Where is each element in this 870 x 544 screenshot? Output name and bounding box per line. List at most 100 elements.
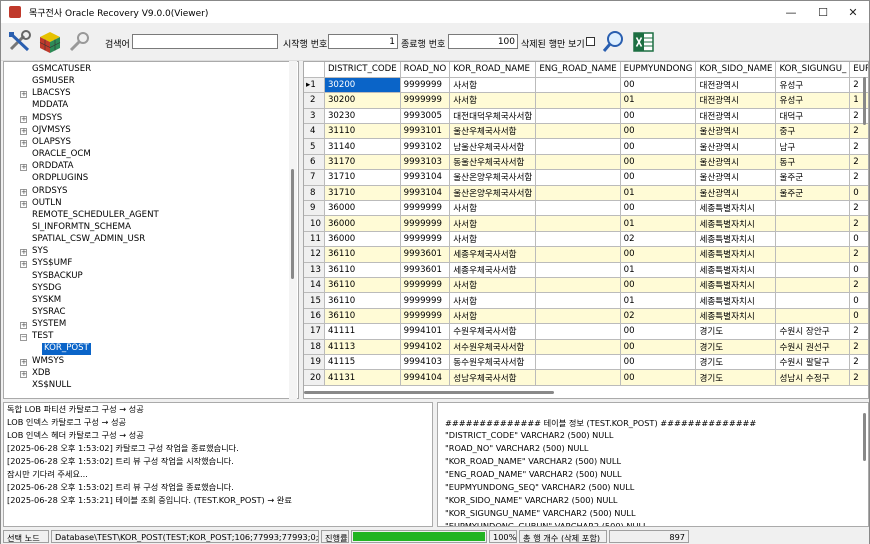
table-cell[interactable] — [535, 277, 621, 294]
table-cell[interactable]: 00 — [620, 169, 697, 186]
table-cell[interactable]: 울산우체국사서함 — [449, 123, 537, 140]
maximize-button[interactable]: ☐ — [807, 1, 839, 23]
table-cell[interactable]: 사서함 — [449, 231, 537, 248]
table-cell[interactable]: 41111 — [324, 323, 401, 340]
table-row[interactable]: 19 41115 9994103 동수원우체국사서함 00 경기도 수원시 팔달구 2 — [304, 354, 868, 371]
tree-node[interactable]: SYSDG — [32, 283, 61, 295]
start-row-input[interactable] — [328, 34, 398, 49]
tree-node[interactable]: GSMUSER — [32, 76, 75, 88]
table-row[interactable]: 17 41111 9994101 수원우체국사서함 00 경기도 수원시 장안구 2 — [304, 323, 868, 340]
tree-node[interactable]: ORDSYS — [32, 186, 68, 198]
table-cell[interactable]: 30230 — [324, 108, 401, 125]
table-cell[interactable]: 02 — [620, 308, 697, 325]
tree-node[interactable]: ORDDATA — [32, 161, 74, 173]
table-cell[interactable] — [535, 123, 621, 140]
row-number[interactable]: 10 — [304, 215, 325, 232]
tree-node[interactable]: SI_INFORMTN_SCHEMA — [32, 222, 131, 234]
tree-node[interactable]: LBACSYS — [32, 88, 71, 100]
table-row[interactable]: 7 31710 9993104 울산온양우체국사서함 00 울산광역시 울주군 2 — [304, 169, 868, 186]
table-cell[interactable]: 41131 — [324, 369, 401, 386]
tree-scrollbar[interactable] — [289, 61, 297, 399]
table-cell[interactable]: 대덕구 — [775, 108, 851, 125]
table-cell[interactable] — [535, 246, 621, 263]
table-cell[interactable]: 41115 — [324, 354, 401, 371]
table-cell[interactable]: 세종특별자치시 — [695, 246, 777, 263]
table-cell[interactable] — [535, 323, 621, 340]
tree-node[interactable]: REMOTE_SCHEDULER_AGENT — [32, 210, 159, 222]
row-number[interactable]: 5 — [304, 138, 325, 155]
table-cell[interactable]: 31710 — [324, 169, 401, 186]
table-cell[interactable] — [535, 354, 621, 371]
table-cell[interactable]: 9994103 — [400, 354, 451, 371]
row-number[interactable]: 12 — [304, 246, 325, 263]
table-cell[interactable]: 01 — [620, 262, 697, 278]
table-cell[interactable]: 대전대덕우체국사서함 — [449, 108, 537, 125]
column-header[interactable]: DISTRICT_CODE — [324, 62, 401, 78]
table-cell[interactable]: 9994102 — [400, 339, 451, 355]
tools-icon[interactable] — [7, 29, 33, 55]
table-cell[interactable]: 수원우체국사서함 — [449, 323, 537, 340]
table-cell[interactable] — [535, 292, 621, 309]
table-cell[interactable]: 성남시 수정구 — [775, 369, 851, 386]
tree-expander-icon[interactable]: + — [20, 188, 27, 196]
column-header[interactable]: KOR_ROAD_NAME — [449, 62, 537, 78]
table-cell[interactable]: 36110 — [324, 246, 401, 263]
table-cell[interactable] — [535, 77, 621, 94]
table-cell[interactable]: 동구 — [775, 154, 851, 171]
table-cell[interactable] — [775, 292, 851, 309]
tree-node[interactable]: GSMCATUSER — [32, 64, 91, 76]
table-cell[interactable] — [535, 185, 621, 202]
row-number[interactable]: 15 — [304, 292, 325, 309]
table-row[interactable]: 9 36000 9999999 사서함 00 세종특별자치시 2 — [304, 200, 868, 217]
tree-expander-icon[interactable]: + — [20, 322, 27, 330]
table-cell[interactable]: 울산광역시 — [695, 154, 777, 171]
table-cell[interactable]: 9999999 — [400, 277, 451, 294]
table-cell[interactable]: 9999999 — [400, 231, 451, 248]
table-cell[interactable]: 사서함 — [449, 215, 537, 232]
table-cell[interactable]: 30200 — [324, 77, 401, 94]
tree-expander-icon[interactable]: + — [20, 127, 27, 135]
table-cell[interactable]: 세종우체국사서함 — [449, 246, 537, 263]
row-number[interactable]: 14 — [304, 277, 325, 294]
table-row[interactable]: 5 31140 9993102 남울산우체국사서함 00 울산광역시 남구 2 — [304, 138, 868, 155]
tree-expander-icon[interactable]: + — [20, 200, 27, 208]
row-number[interactable]: 17 — [304, 323, 325, 340]
table-cell[interactable]: 세종특별자치시 — [695, 200, 777, 217]
table-cell[interactable]: 9999999 — [400, 92, 451, 109]
tree-expander-icon[interactable]: + — [20, 139, 27, 147]
table-cell[interactable]: 36110 — [324, 292, 401, 309]
table-cell[interactable]: 9994101 — [400, 323, 451, 340]
table-cell[interactable]: 세종특별자치시 — [695, 308, 777, 325]
table-cell[interactable]: 사서함 — [449, 308, 537, 325]
table-cell[interactable]: 서수원우체국사서함 — [449, 339, 537, 355]
table-cell[interactable]: 01 — [620, 185, 697, 202]
current-row-indicator[interactable]: ▸1 — [304, 77, 325, 94]
table-cell[interactable]: 00 — [620, 339, 697, 355]
table-cell[interactable]: 수원시 권선구 — [775, 339, 851, 355]
table-cell[interactable]: 사서함 — [449, 77, 537, 94]
table-cell[interactable] — [535, 231, 621, 248]
end-row-input[interactable] — [448, 34, 518, 49]
row-number[interactable]: 20 — [304, 369, 325, 386]
table-cell[interactable]: 9993101 — [400, 123, 451, 140]
table-cell[interactable]: 01 — [620, 292, 697, 309]
column-header[interactable]: ENG_ROAD_NAME — [535, 62, 621, 78]
table-cell[interactable]: 사서함 — [449, 292, 537, 309]
table-cell[interactable]: 00 — [620, 108, 697, 125]
table-cell[interactable] — [775, 200, 851, 217]
table-cell[interactable]: 동울산우체국사서함 — [449, 154, 537, 171]
row-number[interactable]: 16 — [304, 308, 325, 325]
table-row[interactable]: ▸1 30200 9999999 사서함 00 대전광역시 유성구 2 — [304, 77, 868, 94]
row-number[interactable]: 4 — [304, 123, 325, 140]
table-cell[interactable]: 36110 — [324, 262, 401, 278]
table-cell[interactable]: 36000 — [324, 200, 401, 217]
tree-node[interactable]: SYSRAC — [32, 307, 66, 319]
row-number[interactable]: 11 — [304, 231, 325, 248]
table-cell[interactable]: 사서함 — [449, 200, 537, 217]
table-cell[interactable] — [775, 262, 851, 278]
table-cell[interactable]: 울산광역시 — [695, 123, 777, 140]
table-cell[interactable] — [775, 215, 851, 232]
table-cell[interactable]: 사서함 — [449, 92, 537, 109]
table-cell[interactable]: 유성구 — [775, 77, 851, 94]
table-cell[interactable]: 동수원우체국사서함 — [449, 354, 537, 371]
